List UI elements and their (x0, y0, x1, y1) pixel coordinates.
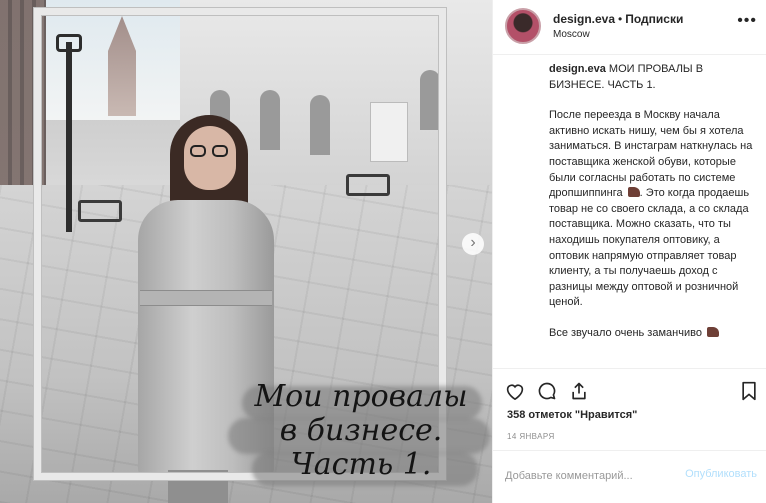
bookmark-icon (742, 381, 756, 401)
more-horizontal-icon: ••• (737, 12, 757, 29)
separator-dot: • (618, 12, 623, 26)
next-slide-button[interactable]: › (462, 233, 484, 255)
username-link[interactable]: design.eva (553, 12, 615, 26)
like-button[interactable] (503, 379, 527, 403)
post-caption: design.eva МОИ ПРОВАЛЫ В БИЗНЕСЕ. ЧАСТЬ … (549, 62, 761, 367)
publish-button[interactable]: Опубликовать (685, 468, 757, 480)
caption-paragraph: Все звучало очень заманчиво (549, 326, 702, 339)
comment-button[interactable] (535, 379, 559, 403)
comment-input[interactable] (505, 465, 653, 487)
comment-bar: Опубликовать (493, 450, 766, 503)
post-sidebar: design.eva • Подписки Moscow ••• design.ev… (492, 0, 766, 503)
save-button[interactable] (737, 379, 761, 403)
post-header: design.eva • Подписки Moscow ••• (493, 0, 766, 55)
chevron-right-icon: › (470, 234, 476, 251)
comment-icon (538, 382, 556, 400)
share-icon (572, 382, 586, 400)
post-image[interactable]: Мои провалы в бизнесе. Часть 1. › (0, 0, 492, 503)
following-button[interactable]: Подписки (625, 12, 683, 26)
location-link[interactable]: Moscow (553, 29, 590, 40)
caption-username[interactable]: design.eva (549, 63, 606, 75)
overlay-title: Мои провалы в бизнесе. Часть 1. (236, 380, 486, 482)
heart-icon (506, 384, 524, 400)
post-date[interactable]: 14 января (507, 432, 555, 441)
shoe-emoji-icon (627, 187, 640, 198)
caption-paragraph: После переезда в Москву начала активно и… (549, 109, 753, 200)
likes-count[interactable]: 358 отметок "Нравится" (507, 409, 637, 421)
post-actions: 358 отметок "Нравится" (493, 368, 766, 430)
overlay-title-line: Мои провалы (254, 379, 468, 414)
caption-paragraph: . Это когда продаешь товар не со своего … (549, 187, 750, 309)
overlay-title-line: в бизнесе. (279, 413, 443, 448)
avatar[interactable] (505, 8, 541, 44)
overlay-title-line: Часть 1. (290, 447, 432, 482)
more-options-button[interactable]: ••• (737, 12, 757, 30)
share-button[interactable] (567, 379, 591, 403)
emoji-icon (707, 326, 719, 337)
